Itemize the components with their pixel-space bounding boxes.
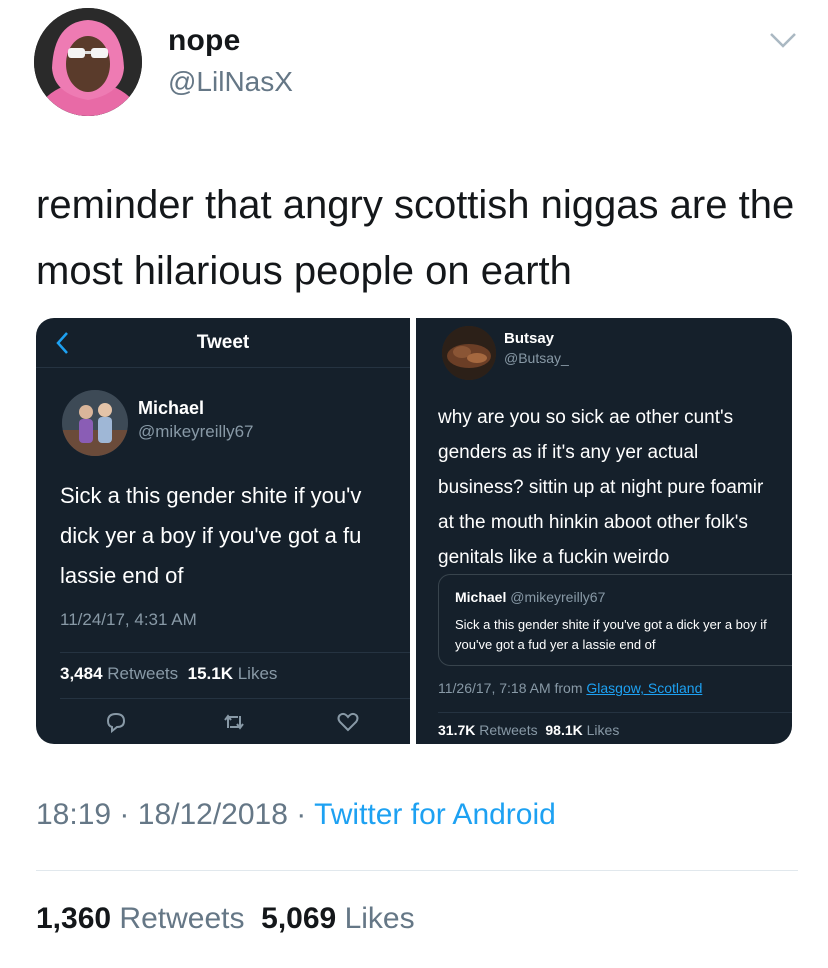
author-display-name[interactable]: nope [168,24,240,58]
michael-stats: 3,484 Retweets 15.1K Likes [60,664,277,684]
michael-timestamp: 11/24/17, 4:31 AM [60,610,197,629]
action-bar [36,710,410,740]
likes-count[interactable]: 98.1K [545,722,582,738]
likes-label[interactable]: Likes [238,664,278,683]
quoted-tweet-handle: @mikeyreilly67 [510,589,606,605]
retweets-count[interactable]: 3,484 [60,664,103,683]
retweets-label[interactable]: Retweets [479,722,537,738]
reply-icon[interactable] [104,710,128,734]
tweet-source-link[interactable]: Twitter for Android [314,798,556,831]
embedded-nav-bar: Tweet [36,318,410,368]
butsay-timestamp: 11/26/17, 7:18 AM from Glasgow, Scotland [438,680,702,696]
michael-text-line: Sick a this gender shite if you'v [60,483,362,508]
quoted-tweet-name: Michael [455,589,507,605]
michael-text-line: dick yer a boy if you've got a fu [60,523,362,548]
retweets-count[interactable]: 31.7K [438,722,475,738]
embedded-nav-title: Tweet [196,332,250,353]
retweets-label[interactable]: Retweets [107,664,178,683]
embedded-screenshot-right[interactable]: Butsay @Butsay_ why are you so sick ae o… [416,318,792,744]
quoted-tweet[interactable]: Michael @mikeyreilly67 Sick a this gende… [438,574,792,666]
likes-label[interactable]: Likes [345,902,415,935]
divider [60,698,410,699]
divider [36,870,798,871]
quoted-tweet-author: Michael @mikeyreilly67 [455,589,605,605]
michael-avatar[interactable] [62,390,128,456]
author-handle[interactable]: @LilNasX [168,66,293,98]
engagement-stats: 1,360 Retweets 5,069 Likes [36,902,415,936]
tweet-text: reminder that angry scottish niggas are … [36,183,795,293]
like-icon[interactable] [336,710,360,734]
butsay-stats: 31.7K Retweets 98.1K Likes [438,722,619,738]
butsay-handle[interactable]: @Butsay_ [504,350,569,366]
divider [60,652,410,653]
meta-separator: · [296,798,307,831]
chevron-down-icon[interactable] [768,28,798,52]
butsay-tweet-text: why are you so sick ae other cunt's gend… [438,407,764,568]
tweet-time: 18:19 [36,798,112,831]
meta-separator: · [119,798,130,831]
tweet-header: nope @LilNasX [0,0,828,140]
tweet-date: 18/12/2018 [137,798,288,831]
butsay-avatar[interactable] [442,326,496,380]
tweet-meta: 18:19 · 18/12/2018 · Twitter for Android [36,798,556,832]
retweets-count[interactable]: 1,360 [36,902,111,935]
michael-handle[interactable]: @mikeyreilly67 [138,422,254,442]
embedded-screenshot-left[interactable]: Tweet Michael @mikeyreilly67 Sick a this… [36,318,410,744]
likes-label[interactable]: Likes [587,722,620,738]
michael-tweet-text: Sick a this gender shite if you'v dick y… [60,476,410,596]
location-link[interactable]: Glasgow, Scotland [586,680,702,696]
likes-count[interactable]: 15.1K [188,664,233,683]
likes-count[interactable]: 5,069 [261,902,336,935]
michael-name[interactable]: Michael [138,398,204,419]
retweet-icon[interactable] [222,710,246,734]
quoted-tweet-text: Sick a this gender shite if you've got a… [455,617,767,652]
butsay-name[interactable]: Butsay [504,330,554,347]
butsay-time-text: 11/26/17, 7:18 AM from [438,680,583,696]
user-avatar[interactable] [34,8,142,116]
retweets-label[interactable]: Retweets [119,902,244,935]
divider [438,712,792,713]
michael-text-line: lassie end of [60,563,184,588]
